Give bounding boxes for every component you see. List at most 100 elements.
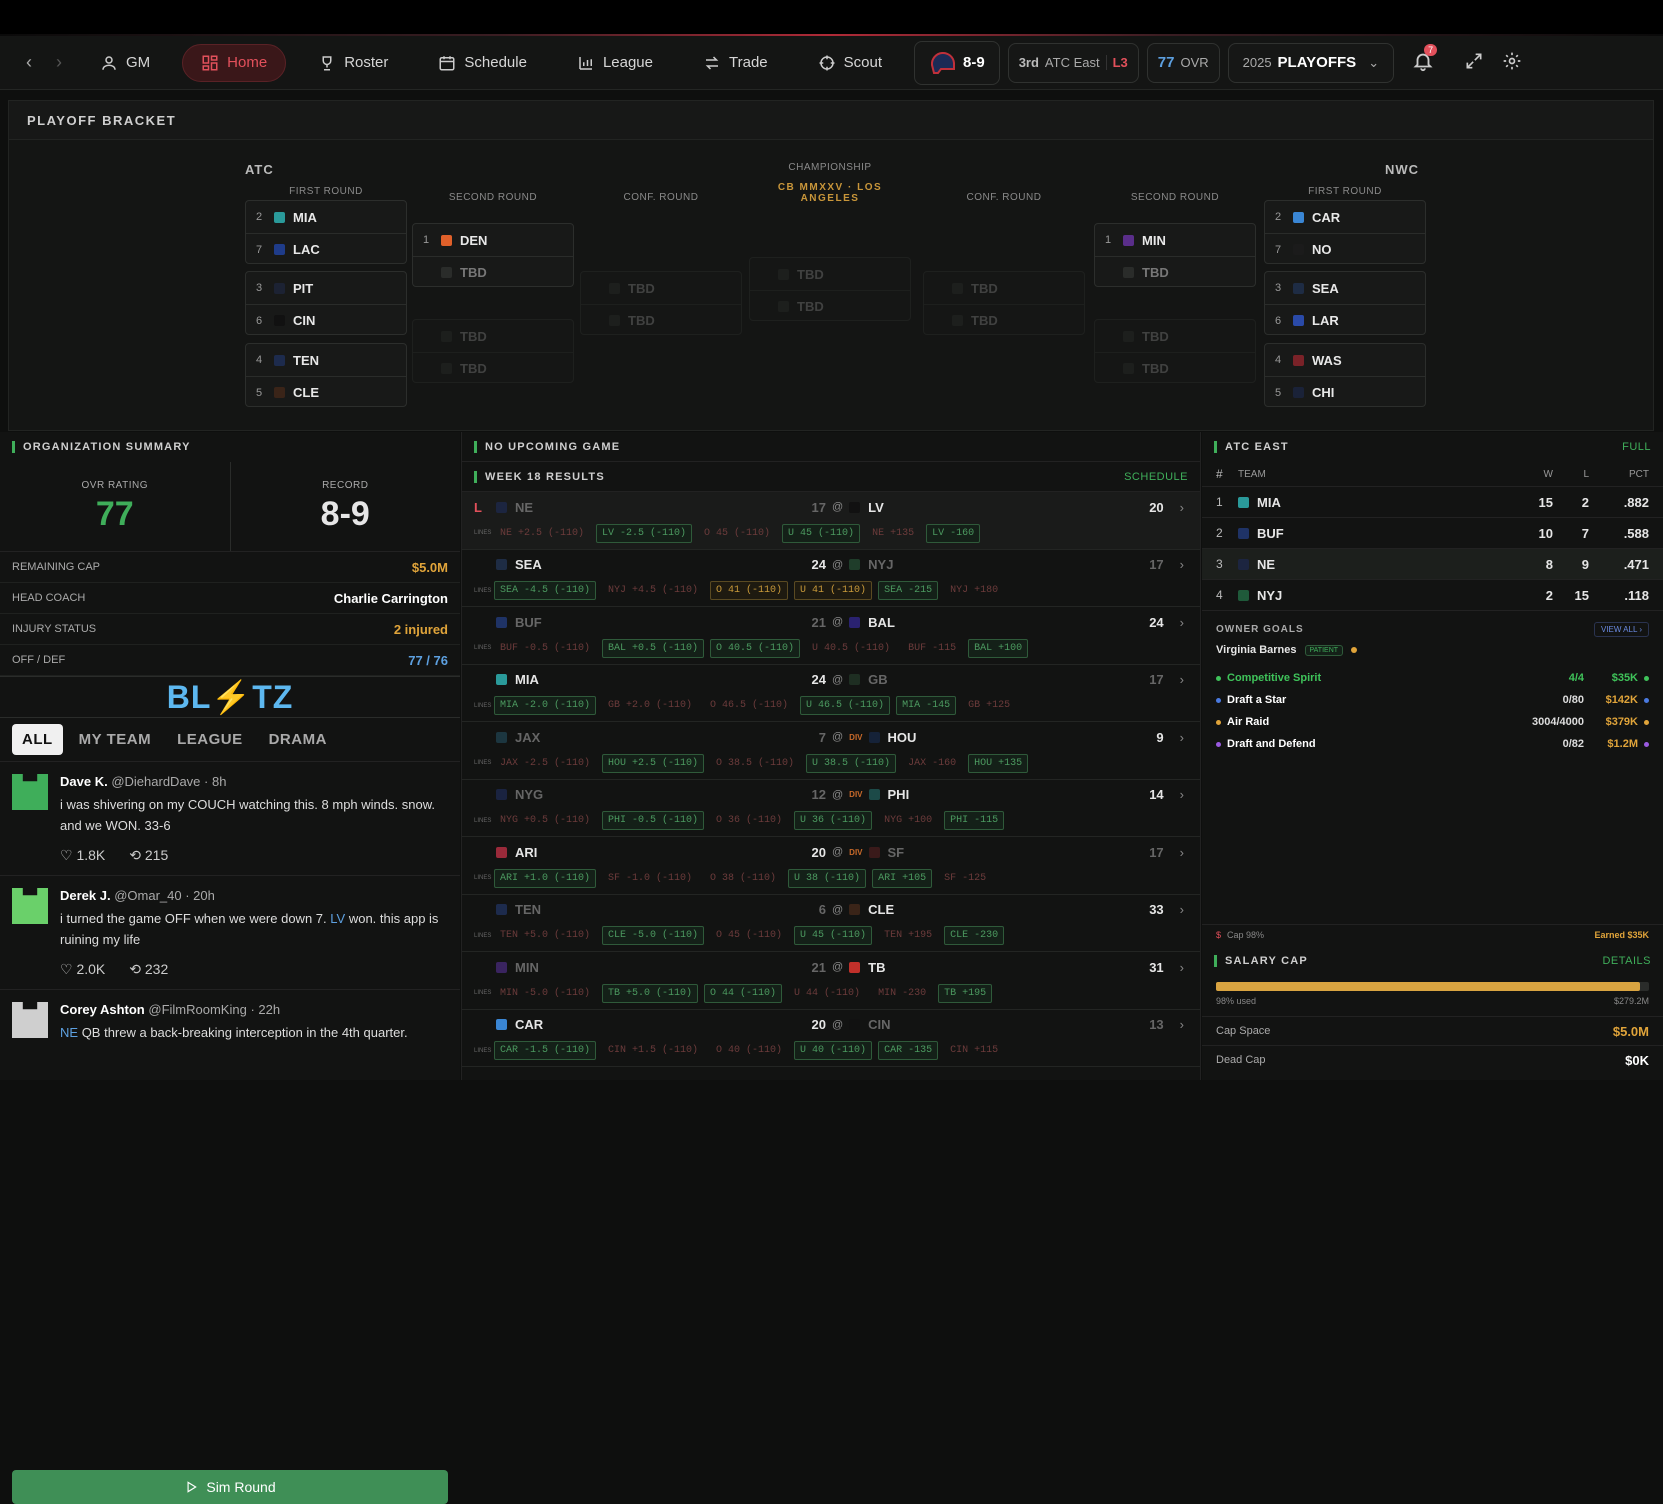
betting-line: NYG +100 — [884, 815, 933, 826]
feed-tab[interactable]: MY TEAM — [69, 724, 161, 755]
chevron-right-icon[interactable]: › — [1180, 960, 1184, 975]
bracket-slot[interactable]: 5 CLE — [246, 376, 406, 408]
owner-goal[interactable]: Draft a Star 0/80 $142K — [1202, 689, 1663, 711]
notifications-button[interactable]: 7 — [1412, 44, 1442, 75]
standings-row[interactable]: 3 NE 8 9.471 — [1202, 548, 1663, 579]
forward-arrow-icon[interactable]: › — [44, 52, 74, 73]
game-result[interactable]: JAX 7 @ DIV HOU 9 › LINES JAX -2.5 (-110) HOU +2.… — [462, 722, 1200, 780]
ovr-pill[interactable]: 77 OVR — [1146, 42, 1220, 83]
bracket-slot[interactable]: 1 DEN — [413, 224, 573, 256]
standings-row[interactable]: 1 MIA 15 2.882 — [1202, 486, 1663, 517]
bracket-slot[interactable]: 4 TEN — [246, 344, 406, 376]
feed-post[interactable]: Dave K. @DiehardDave · 8h i was shivering… — [0, 762, 460, 876]
standing-pill[interactable]: 3rd ATC East L3 — [1007, 42, 1139, 83]
owner-goal[interactable]: Draft and Defend 0/82 $1.2M — [1202, 733, 1663, 755]
bracket-slot[interactable]: 4 WAS — [1265, 344, 1425, 376]
chevron-right-icon[interactable]: › — [1180, 672, 1184, 687]
chevron-right-icon[interactable]: › — [1180, 500, 1184, 515]
chevron-right-icon[interactable]: › — [1180, 1017, 1184, 1032]
sim-round-button[interactable]: Sim Round — [12, 1470, 448, 1504]
feed-tab[interactable]: LEAGUE — [167, 724, 253, 755]
season-selector[interactable]: 2025 PLAYOFFS ⌄ — [1227, 42, 1395, 83]
top-nav: ‹ › GM Home Roster Schedule League Trade… — [0, 36, 1663, 90]
nav-trade[interactable]: Trade — [685, 44, 786, 82]
chevron-right-icon[interactable]: › — [1180, 845, 1184, 860]
nav-schedule[interactable]: Schedule — [420, 44, 545, 82]
game-result[interactable]: L NE 17 @ LV 20 › LINES NE +2.5 (-110) LV -2.5 (-… — [462, 492, 1200, 550]
bracket-match[interactable]: TBD TBD — [1094, 319, 1256, 383]
bracket-slot[interactable]: 1 MIN — [1095, 224, 1255, 256]
bracket-match[interactable]: 1 MIN TBD — [1094, 223, 1256, 287]
chevron-right-icon[interactable]: › — [1180, 615, 1184, 630]
bracket-match[interactable]: 3 PIT 6 CIN — [245, 271, 407, 335]
bracket-match[interactable]: 4 WAS 5 CHI — [1264, 343, 1426, 407]
bracket-slot: TBD — [924, 304, 1084, 336]
bracket-match[interactable]: 3 SEA 6 LAR — [1264, 271, 1426, 335]
repost-button[interactable]: ⟲ 215 — [129, 847, 168, 864]
standings-row[interactable]: 4 NYJ 2 15.118 — [1202, 579, 1663, 610]
nav-gm[interactable]: GM — [82, 44, 168, 82]
feed-post[interactable]: Corey Ashton @FilmRoomKing · 22h NE QB th… — [0, 990, 460, 1044]
team-tag[interactable]: NE — [60, 1025, 78, 1040]
game-result[interactable]: TEN 6 @ CLE 33 › LINES TEN +5.0 (-110) CLE -5.0 … — [462, 895, 1200, 952]
bracket-slot[interactable]: 7 NO — [1265, 233, 1425, 265]
bracket-match[interactable]: TBD TBD — [923, 271, 1085, 335]
game-result[interactable]: ARI 20 @ DIV SF 17 › LINES ARI +1.0 (-110) SF -1.… — [462, 837, 1200, 895]
like-button[interactable]: ♡ 1.8K — [60, 847, 105, 864]
chevron-right-icon[interactable]: › — [1180, 557, 1184, 572]
bracket-slot[interactable]: 3 SEA — [1265, 272, 1425, 304]
game-result[interactable]: BUF 21 @ BAL 24 › LINES BUF -0.5 (-110) BAL +0.5… — [462, 607, 1200, 665]
repost-button[interactable]: ⟲ 232 — [129, 961, 168, 978]
bracket-slot[interactable]: 6 CIN — [246, 304, 406, 336]
game-result[interactable]: CAR 20 @ CIN 13 › LINES CAR -1.5 (-110) CIN +1.5… — [462, 1010, 1200, 1067]
game-result[interactable]: SEA 24 @ NYJ 17 › LINES SEA -4.5 (-110) NYJ +4.5… — [462, 550, 1200, 607]
chevron-right-icon[interactable]: › — [1180, 730, 1184, 745]
chevron-right-icon[interactable]: › — [1180, 902, 1184, 917]
avatar[interactable] — [12, 774, 48, 810]
owner-goal[interactable]: Air Raid 3004/4000 $379K — [1202, 711, 1663, 733]
earned-amount: Earned $35K — [1594, 929, 1649, 940]
championship-name: CB MMXXV · LOS ANGELES — [777, 182, 883, 204]
bracket-slot[interactable]: 3 PIT — [246, 272, 406, 304]
bracket-slot[interactable]: 6 LAR — [1265, 304, 1425, 336]
avatar[interactable] — [12, 888, 48, 924]
game-result[interactable]: NYG 12 @ DIV PHI 14 › LINES NYG +0.5 (-110) PHI -… — [462, 780, 1200, 837]
bracket-match[interactable]: 1 DEN TBD — [412, 223, 574, 287]
bracket-match[interactable]: TBD TBD — [412, 319, 574, 383]
bracket-match[interactable]: 2 MIA 7 LAC — [245, 200, 407, 264]
team-record-pill[interactable]: 8-9 — [914, 40, 1000, 85]
feed-tab[interactable]: DRAMA — [259, 724, 337, 755]
owner-goal[interactable]: Competitive Spirit 4/4 $35K — [1202, 667, 1663, 689]
nav-home[interactable]: Home — [182, 43, 287, 82]
bracket-match[interactable]: TBD TBD — [580, 271, 742, 335]
nav-league[interactable]: League — [559, 44, 671, 82]
expand-icon[interactable] — [1464, 51, 1484, 74]
bracket-match[interactable]: 4 TEN 5 CLE — [245, 343, 407, 407]
betting-line: U 38.5 (-110) — [806, 753, 897, 773]
cap-details-link[interactable]: DETAILS — [1602, 955, 1651, 967]
feed-tab[interactable]: ALL — [12, 724, 63, 755]
betting-line: HOU +135 — [968, 753, 1029, 773]
team-tag[interactable]: LV — [330, 911, 345, 926]
bracket-match[interactable]: TBD TBD — [749, 257, 911, 321]
game-result[interactable]: MIN 21 @ TB 31 › LINES MIN -5.0 (-110) TB +5.0 (… — [462, 952, 1200, 1010]
bracket-slot[interactable]: 2 CAR — [1265, 201, 1425, 233]
betting-line: CIN +115 — [950, 1045, 999, 1056]
gear-icon[interactable] — [1502, 51, 1522, 74]
bracket-match[interactable]: 2 CAR 7 NO — [1264, 200, 1426, 264]
standings-row[interactable]: 2 BUF 10 7.588 — [1202, 517, 1663, 548]
bracket-slot[interactable]: 2 MIA — [246, 201, 406, 233]
feed-post[interactable]: Derek J. @Omar_40 · 20h i turned the game… — [0, 876, 460, 990]
nav-scout[interactable]: Scout — [800, 44, 900, 82]
full-standings-link[interactable]: FULL — [1622, 441, 1651, 453]
nav-roster[interactable]: Roster — [300, 44, 406, 82]
bracket-slot[interactable]: 5 CHI — [1265, 376, 1425, 408]
schedule-link[interactable]: SCHEDULE — [1124, 471, 1188, 483]
bracket-slot[interactable]: 7 LAC — [246, 233, 406, 265]
back-arrow-icon[interactable]: ‹ — [14, 52, 44, 73]
like-button[interactable]: ♡ 2.0K — [60, 961, 105, 978]
avatar[interactable] — [12, 1002, 48, 1038]
view-all-goals-button[interactable]: VIEW ALL › — [1593, 621, 1649, 637]
game-result[interactable]: MIA 24 @ GB 17 › LINES MIA -2.0 (-110) GB +2.0 (… — [462, 665, 1200, 722]
chevron-right-icon[interactable]: › — [1180, 787, 1184, 802]
